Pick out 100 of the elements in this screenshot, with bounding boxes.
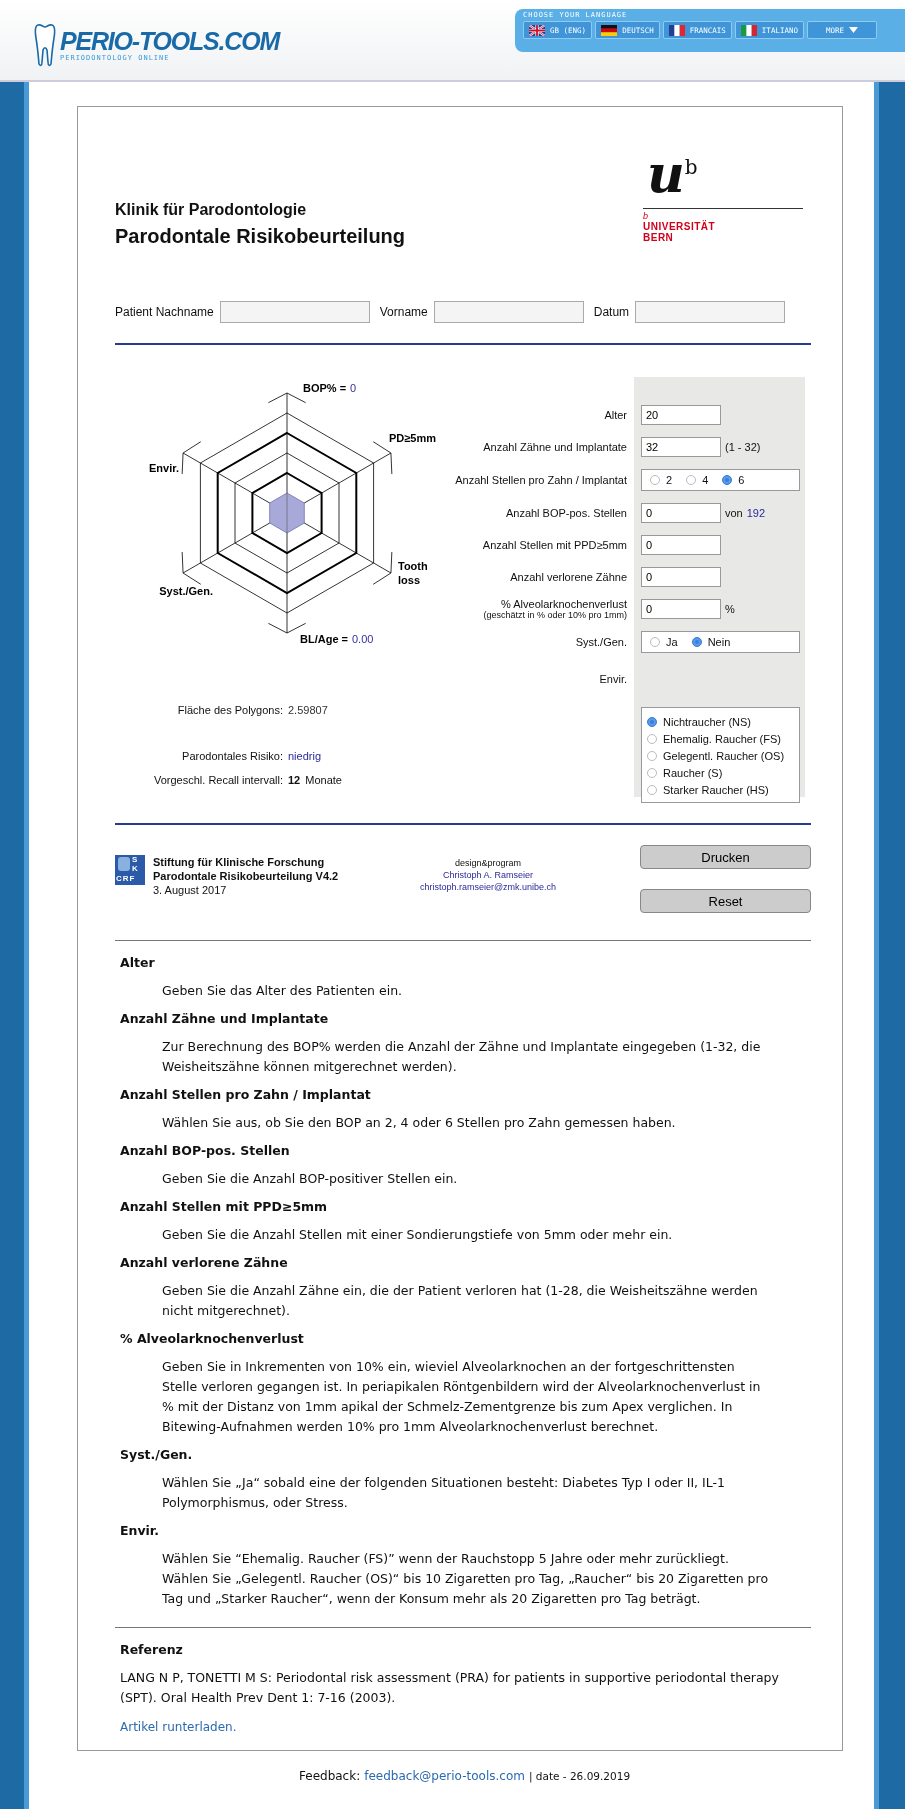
axis-label: BOP% = 0: [303, 382, 357, 394]
field-suffix: von: [725, 507, 743, 519]
action-button[interactable]: Drucken: [640, 845, 811, 869]
field-label: Datum: [593, 305, 630, 319]
help-text: Geben Sie die Anzahl Stellen mit einer Sondierungstiefe von 5mm oder mehr ein.: [162, 1226, 674, 1244]
clinic-name: Klinik für Parodontologie: [115, 201, 308, 219]
field-suffix: (1 - 32): [725, 441, 761, 453]
radio-option[interactable]: 6: [722, 474, 745, 486]
radio-option[interactable]: Starker Raucher (HS): [647, 784, 769, 796]
release-date: 3. August 2017: [153, 883, 228, 897]
foundation-logo: S K CRF: [115, 855, 145, 885]
number-field[interactable]: 0: [641, 567, 721, 587]
field-label: Anzahl Zähne und Implantate: [483, 441, 627, 453]
recall-unit: Monate: [305, 774, 342, 788]
field-label: Anzahl verlorene Zähne: [510, 571, 627, 583]
result-label: Vorgeschl. Recall intervall:: [153, 774, 283, 788]
radio-option[interactable]: Gelegentl. Raucher (OS): [647, 750, 785, 762]
radio-button[interactable]: [650, 637, 660, 647]
help-text: Geben Sie die Anzahl BOP-positiver Stellen ein.: [162, 1170, 459, 1188]
field-label: Anzahl BOP-pos. Stellen: [505, 507, 627, 519]
feedback-label: Feedback:: [299, 1769, 361, 1783]
radio-button[interactable]: [722, 475, 733, 485]
field-label: Anzahl Stellen mit PPD≥5mm: [482, 539, 627, 551]
university-logo-mark: u$^{b}$: [646, 142, 698, 203]
radio-option[interactable]: Nichtraucher (NS): [647, 716, 752, 728]
radio-button[interactable]: [650, 475, 660, 485]
field-label: Syst./Gen.: [575, 636, 627, 648]
help-heading: Envir.: [120, 1522, 160, 1540]
flag-icon: [601, 24, 618, 36]
text-field[interactable]: [635, 301, 786, 323]
number-field[interactable]: 0: [641, 503, 721, 523]
radio-option[interactable]: Ja: [650, 636, 678, 648]
text-field[interactable]: [433, 301, 584, 323]
reference-heading: Referenz: [120, 1641, 184, 1659]
radio-button[interactable]: [691, 637, 702, 647]
page-date: | date - 26.09.2019: [528, 1770, 631, 1782]
action-button[interactable]: Reset: [640, 889, 811, 913]
polygon-area-value: 2.59807: [288, 704, 328, 718]
feedback-email-link[interactable]: feedback@perio-tools.com: [364, 1769, 525, 1783]
reference-text: LANG N P, TONETTI M S: Periodontal risk assessment (PRA) for patients in supportive periodontal therapy (SPT). Oral Health Prev Dent 1: 7-16 (2003).: [120, 1669, 780, 1707]
axis-label: Tooth loss: [398, 560, 428, 586]
field-note: (geschätzt in % oder 10% pro 1mm): [483, 610, 627, 620]
flag-icon: [529, 24, 545, 36]
number-field[interactable]: 0: [641, 535, 721, 555]
help-text: Geben Sie die Anzahl Zähne ein, die der Patient verloren hat (1-28, die Weisheitszähne werden nicht mitgerechnet).: [162, 1282, 759, 1320]
total-sites-value: 192: [746, 507, 766, 519]
university-name: UNIVERSITÄT: [643, 221, 716, 233]
field-label: % Alveolarknochenverlust: [501, 598, 627, 610]
help-heading: Anzahl BOP-pos. Stellen: [120, 1142, 291, 1160]
field-label: Patient Nachname: [115, 305, 214, 319]
field-label: Anzahl Stellen pro Zahn / Implantat: [455, 474, 627, 486]
help-heading: Anzahl verlorene Zähne: [120, 1254, 289, 1272]
axis-label: Envir.: [149, 462, 179, 474]
help-heading: Anzahl Stellen mit PPD≥5mm: [120, 1198, 329, 1216]
author-name: Christoph A. Ramseier: [442, 869, 533, 881]
help-text: Wählen Sie aus, ob Sie den BOP an 2, 4 oder 6 Stellen pro Zahn gemessen haben.: [162, 1114, 677, 1132]
field-suffix: %: [725, 603, 735, 615]
number-field[interactable]: 20: [641, 405, 721, 425]
help-text: Wählen Sie “Ehemalig. Raucher (FS)” wenn der Rauchstopp 5 Jahre oder mehr zurückliegt.: [162, 1550, 730, 1568]
author-email-link[interactable]: christoph.ramseier@zmk.unibe.ch: [419, 881, 557, 893]
help-heading: Syst./Gen.: [120, 1446, 194, 1464]
radio-button[interactable]: [647, 734, 657, 744]
field-label: Alter: [604, 409, 627, 421]
number-field[interactable]: 32: [641, 437, 721, 457]
flag-icon: [668, 24, 685, 36]
download-link[interactable]: Artikel runterladen.: [120, 1720, 237, 1734]
radio-button[interactable]: [647, 751, 657, 761]
radio-option[interactable]: Ehemalig. Raucher (FS): [647, 733, 781, 745]
help-heading: Anzahl Stellen pro Zahn / Implantat: [120, 1086, 372, 1104]
university-city: BERN: [643, 232, 674, 244]
text-field[interactable]: [219, 301, 370, 323]
credit-label: design&program: [454, 857, 521, 869]
radio-option[interactable]: Raucher (S): [647, 767, 723, 779]
help-text: Zur Berechnung des BOP% werden die Anzahl der Zähne und Implantate eingegeben (1-32, die Weisheitszähne können mitgerechnet werden).: [162, 1038, 762, 1076]
help-heading: Anzahl Zähne und Implantate: [120, 1010, 330, 1028]
site-logo-title[interactable]: PERIO-TOOLS.COM: [60, 28, 280, 54]
radio-button[interactable]: [686, 475, 697, 485]
help-heading: % Alveolarknochenverlust: [120, 1330, 305, 1348]
radio-button[interactable]: [647, 785, 657, 795]
risk-value: niedrig: [288, 750, 322, 764]
recall-value: 12: [288, 774, 301, 788]
result-label: Fläche des Polygons:: [176, 704, 283, 718]
number-field[interactable]: 0: [641, 599, 721, 619]
tooth-icon: [34, 22, 56, 68]
university-logo-b: b: [643, 211, 648, 222]
foundation-name: Stiftung für Klinische Forschung: [153, 855, 326, 869]
radio-option[interactable]: Nein: [691, 636, 731, 648]
help-text: Geben Sie das Alter des Patienten ein.: [162, 982, 404, 1000]
radio-button[interactable]: [647, 717, 657, 727]
result-label: Parodontales Risiko:: [181, 750, 283, 764]
radio-option[interactable]: 2: [650, 474, 673, 486]
field-label: Envir.: [599, 673, 627, 685]
flag-icon: [740, 24, 757, 36]
radio-button[interactable]: [647, 768, 657, 778]
axis-label: PD≥5mm: [389, 432, 436, 444]
radio-option[interactable]: 4: [686, 474, 709, 486]
field-label: Vorname: [379, 305, 428, 319]
help-text: Wählen Sie „Ja“ sobald eine der folgenden Situationen besteht: Diabetes Typ I oder II, IL-1 Polymorphismus, oder Stress.: [162, 1474, 726, 1512]
axis-label: BL/Age = 0.00: [300, 633, 374, 645]
axis-label: Syst./Gen.: [159, 585, 213, 597]
